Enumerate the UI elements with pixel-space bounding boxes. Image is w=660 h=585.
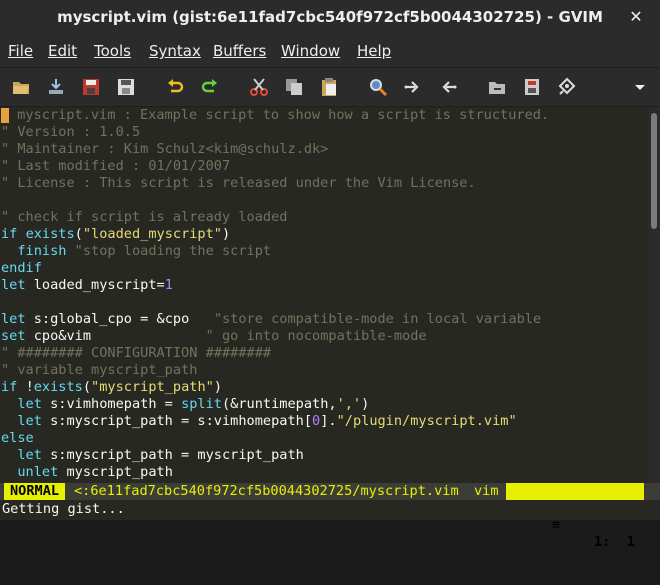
code-line[interactable]: if !exists("myscript_path") <box>0 379 648 396</box>
cut-icon[interactable] <box>248 76 270 98</box>
code-line[interactable] <box>0 294 648 311</box>
menu-help[interactable]: Help <box>357 42 391 60</box>
code-line[interactable]: " check if script is already loaded <box>0 209 648 226</box>
code-line[interactable]: " Version : 1.0.5 <box>0 124 648 141</box>
find-prev-icon[interactable] <box>437 76 459 98</box>
code-line[interactable]: let s:myscript_path = s:vimhomepath[0]."… <box>0 413 648 430</box>
code-line[interactable]: let s:myscript_path = myscript_path <box>0 447 648 464</box>
code-line[interactable]: set cpo&vim " go into nocompatible-mode <box>0 328 648 345</box>
menu-window[interactable]: Window <box>281 42 340 60</box>
find-replace-icon[interactable] <box>367 76 389 98</box>
title-bar: myscript.vim (gist:6e11fad7cbc540f972cf5… <box>0 0 660 36</box>
code-line[interactable]: " ######## CONFIGURATION ######## <box>0 345 648 362</box>
copy-icon[interactable] <box>283 76 305 98</box>
text-cursor <box>1 108 9 123</box>
save-all-icon[interactable] <box>80 76 102 98</box>
menu-bar: File Edit Tools Syntax Buffers Window He… <box>0 36 660 68</box>
code-line[interactable]: let s:vimhomepath = split(&runtimepath,'… <box>0 396 648 413</box>
editor-area[interactable]: myscript.vim : Example script to show ho… <box>0 107 648 483</box>
code-line[interactable]: " Last modified : 01/01/2007 <box>0 158 648 175</box>
window-title: myscript.vim (gist:6e11fad7cbc540f972cf5… <box>57 8 603 26</box>
redo-icon[interactable] <box>199 76 221 98</box>
code-line[interactable]: let loaded_myscript=1 <box>0 277 648 294</box>
run-script-icon[interactable] <box>556 76 578 98</box>
menu-buffers[interactable]: Buffers <box>213 42 266 60</box>
code-line[interactable]: let s:global_cpo = &cpo "store compatibl… <box>0 311 648 328</box>
toolbar <box>0 68 660 107</box>
gvim-window: myscript.vim (gist:6e11fad7cbc540f972cf5… <box>0 0 660 550</box>
mode-indicator: NORMAL <box>4 483 66 500</box>
code-line[interactable]: " License : This script is released unde… <box>0 175 648 192</box>
save-icon[interactable] <box>45 76 67 98</box>
status-position: 1% ≡ 1: 1 <box>506 483 644 550</box>
code-line[interactable] <box>0 192 648 209</box>
code-line[interactable]: endif <box>0 260 648 277</box>
vertical-scrollbar[interactable] <box>648 107 660 483</box>
status-line: NORMAL <:6e11fad7cbc540f972cf5b004430272… <box>0 483 660 550</box>
open-icon[interactable] <box>10 76 32 98</box>
find-next-icon[interactable] <box>402 76 424 98</box>
paste-icon[interactable] <box>318 76 340 98</box>
menu-file[interactable]: File <box>8 42 33 60</box>
status-line-number: 1: 1 <box>594 534 635 550</box>
code-line[interactable]: if exists("loaded_myscript") <box>0 226 648 243</box>
code-line[interactable]: myscript.vim : Example script to show ho… <box>0 107 648 124</box>
undo-icon[interactable] <box>164 76 186 98</box>
save-session-icon[interactable] <box>521 76 543 98</box>
status-filetype: vim <box>474 483 499 499</box>
scrollbar-thumb[interactable] <box>651 113 657 229</box>
menu-syntax[interactable]: Syntax <box>149 42 201 60</box>
print-icon[interactable] <box>115 76 137 98</box>
close-icon[interactable]: ✕ <box>626 7 646 27</box>
status-filename: <:6e11fad7cbc540f972cf5b0044302725/myscr… <box>74 483 459 499</box>
command-line[interactable]: Getting gist... <box>0 500 660 520</box>
menu-tools[interactable]: Tools <box>94 42 131 60</box>
code-line[interactable]: finish "stop loading the script <box>0 243 648 260</box>
code-line[interactable]: unlet myscript_path <box>0 464 648 481</box>
code-line[interactable]: " variable myscript_path <box>0 362 648 379</box>
more-chevron-icon[interactable] <box>629 76 651 98</box>
code-line[interactable]: " Maintainer : Kim Schulz<kim@schulz.dk> <box>0 141 648 158</box>
code-line[interactable]: else <box>0 430 648 447</box>
menu-edit[interactable]: Edit <box>48 42 77 60</box>
load-session-icon[interactable] <box>486 76 508 98</box>
